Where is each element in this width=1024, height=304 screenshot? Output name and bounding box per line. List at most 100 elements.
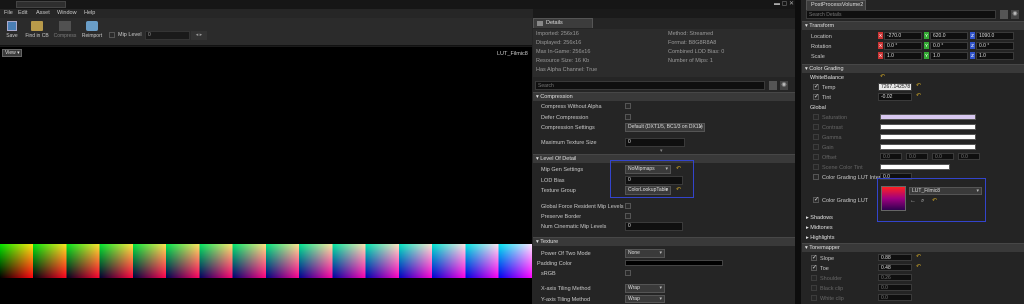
compression-settings-dropdown[interactable]: Default (DXT1/5, BC1/3 on DX11) <box>625 123 705 132</box>
mip-level-checkbox[interactable] <box>109 32 115 38</box>
offset-g-input[interactable]: 0.0 <box>906 153 928 160</box>
x-tiling-dropdown[interactable]: Wrap <box>625 284 665 293</box>
shoulder-checkbox[interactable] <box>811 275 817 281</box>
find-in-cb-button[interactable]: Find in CB <box>24 20 50 44</box>
gain-swatch[interactable] <box>880 144 976 150</box>
menu-file[interactable]: File <box>4 10 13 16</box>
slope-input[interactable]: 0.88 <box>878 254 912 261</box>
eye-icon[interactable]: ◉ <box>1011 10 1019 19</box>
lut-thumbnail[interactable] <box>881 186 906 211</box>
menu-asset[interactable]: Asset <box>36 10 50 16</box>
offset-b-input[interactable]: 0.0 <box>932 153 954 160</box>
location-z-input[interactable]: 1090.0 <box>976 32 1014 40</box>
lod-bias-input[interactable]: 0 <box>625 176 683 185</box>
section-compression[interactable]: ▾ Compression <box>533 92 795 101</box>
padding-color-swatch[interactable] <box>625 260 723 266</box>
browse-asset-icon[interactable]: ⌕ <box>921 198 924 205</box>
menu-help[interactable]: Help <box>84 10 95 16</box>
num-cinematic-mips-input[interactable]: 0 <box>625 222 683 231</box>
window-tab[interactable] <box>16 1 66 8</box>
reset-temp-icon[interactable]: ↶ <box>916 82 921 89</box>
global-force-resident-checkbox[interactable] <box>625 203 631 209</box>
reset-mip-gen-icon[interactable]: ↶ <box>676 165 681 172</box>
section-color-grading[interactable]: ▾ Color Grading <box>802 64 1024 73</box>
rotation-z-input[interactable]: 0.0 ° <box>976 42 1014 50</box>
section-transform[interactable]: ▾ Transform <box>802 21 1024 30</box>
details-tab[interactable]: Details <box>533 18 593 28</box>
defer-compression-checkbox[interactable] <box>625 114 631 120</box>
srgb-checkbox[interactable] <box>625 270 631 276</box>
reset-toe-icon[interactable]: ↶ <box>916 263 921 270</box>
reset-lut-icon[interactable]: ↶ <box>932 197 937 204</box>
scale-y-input[interactable]: 1.0 <box>930 52 968 60</box>
cg-intensity-checkbox[interactable] <box>813 174 819 180</box>
location-x-input[interactable]: -270.0 <box>884 32 922 40</box>
details-search-input[interactable] <box>535 81 765 90</box>
toe-input[interactable]: 0.48 <box>878 264 912 271</box>
slope-checkbox[interactable] <box>811 254 817 261</box>
offset-checkbox[interactable] <box>813 154 819 160</box>
white-clip-checkbox[interactable] <box>811 295 817 301</box>
black-clip-checkbox[interactable] <box>811 285 817 291</box>
use-selected-arrow-icon[interactable]: ← <box>910 198 916 204</box>
mip-stepper[interactable]: ◂ ▸ <box>191 31 207 40</box>
white-clip-input[interactable]: 0.0 <box>878 294 912 301</box>
mip-level-input[interactable]: 0 <box>145 31 190 40</box>
lut-asset-dropdown[interactable]: LUT_Filmic8 <box>909 187 982 195</box>
details-search-input-right[interactable] <box>806 10 996 19</box>
temp-input[interactable]: 7267.142578 <box>878 83 912 91</box>
max-texture-size-input[interactable]: 0 <box>625 138 685 147</box>
scene-color-tint-checkbox[interactable] <box>813 164 819 170</box>
section-texture[interactable]: ▾ Texture <box>533 237 795 246</box>
saturation-checkbox[interactable] <box>813 114 819 120</box>
reset-slope-icon[interactable]: ↶ <box>916 253 921 260</box>
tint-input[interactable]: -0.02 <box>878 93 912 101</box>
shadows-row[interactable]: ▸ Shadows <box>806 215 833 221</box>
actor-tab[interactable]: PostProcessVolume2 <box>806 0 866 10</box>
menu-edit[interactable]: Edit <box>18 10 27 16</box>
black-clip-input[interactable]: 0.0 <box>878 284 912 291</box>
midtones-row[interactable]: ▸ Midtones <box>806 225 833 231</box>
power-of-two-dropdown[interactable]: None <box>625 249 665 258</box>
texture-group-dropdown[interactable]: ColorLookupTable <box>625 186 671 195</box>
reset-texture-group-icon[interactable]: ↶ <box>676 186 681 193</box>
section-tonemapper[interactable]: ▾ Tonemapper <box>802 243 1024 252</box>
mip-gen-settings-dropdown[interactable]: NoMipmaps <box>625 165 671 174</box>
y-tiling-dropdown[interactable]: Wrap <box>625 295 665 303</box>
reset-tint-icon[interactable]: ↶ <box>916 92 921 99</box>
compress-without-alpha-checkbox[interactable] <box>625 103 631 109</box>
shoulder-input[interactable]: 0.26 <box>878 274 912 281</box>
cg-lut-checkbox[interactable] <box>813 196 819 203</box>
location-y-input[interactable]: 620.0 <box>930 32 968 40</box>
view-options-icon[interactable] <box>1000 10 1008 19</box>
temp-checkbox[interactable] <box>813 83 819 90</box>
gamma-checkbox[interactable] <box>813 134 819 140</box>
contrast-checkbox[interactable] <box>813 124 819 130</box>
menu-window[interactable]: Window <box>57 10 77 16</box>
tint-checkbox[interactable] <box>813 93 819 100</box>
gain-checkbox[interactable] <box>813 144 819 150</box>
preserve-border-checkbox[interactable] <box>625 213 631 219</box>
rotation-y-input[interactable]: 0.0 ° <box>930 42 968 50</box>
reset-white-balance-icon[interactable]: ↶ <box>880 73 885 80</box>
offset-r-input[interactable]: 0.0 <box>880 153 902 160</box>
reimport-button[interactable]: Reimport <box>80 20 104 44</box>
view-menu-button[interactable]: View ▾ <box>2 49 22 57</box>
window-controls[interactable]: ▬ ▢ ✕ <box>732 0 794 8</box>
scale-x-input[interactable]: 1.0 <box>884 52 922 60</box>
eye-icon[interactable]: ◉ <box>780 81 788 90</box>
highlights-row[interactable]: ▸ Highlights <box>806 235 834 241</box>
scale-z-input[interactable]: 1.0 <box>976 52 1014 60</box>
cg-lut-label: Color Grading LUT <box>822 198 869 204</box>
compress-button[interactable]: Compress <box>52 20 78 44</box>
view-options-icon[interactable] <box>769 81 777 90</box>
offset-a-input[interactable]: 0.0 <box>958 153 980 160</box>
saturation-swatch[interactable] <box>880 114 976 120</box>
scene-color-tint-swatch[interactable] <box>880 164 950 170</box>
toe-checkbox[interactable] <box>811 264 817 271</box>
gamma-swatch[interactable] <box>880 134 976 140</box>
contrast-swatch[interactable] <box>880 124 976 130</box>
save-button[interactable]: Save <box>2 20 22 44</box>
rotation-x-input[interactable]: 0.0 ° <box>884 42 922 50</box>
prop-global-force-resident: Global Force Resident Mip Levels <box>541 204 624 210</box>
